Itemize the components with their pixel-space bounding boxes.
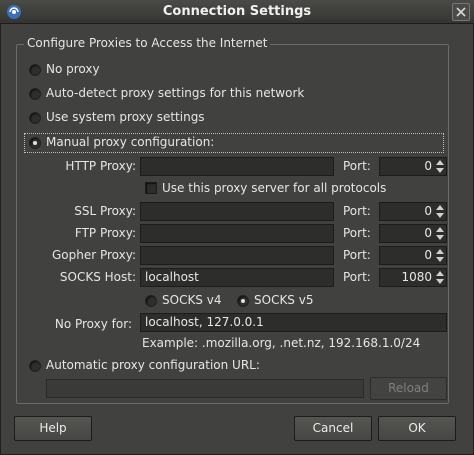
socks-host-input[interactable]: localhost bbox=[140, 268, 334, 287]
label-system-proxy[interactable]: Use system proxy settings bbox=[46, 110, 205, 124]
close-icon bbox=[456, 7, 466, 17]
radio-socks-v4[interactable] bbox=[145, 295, 157, 307]
ssl-port-label: Port: bbox=[343, 204, 371, 218]
title-bar: Connection Settings bbox=[0, 0, 474, 24]
ftp-proxy-label: FTP Proxy: bbox=[74, 226, 136, 240]
spinner-arrows-icon[interactable] bbox=[434, 270, 445, 285]
http-port-value: 0 bbox=[424, 159, 432, 173]
ssl-proxy-label: SSL Proxy: bbox=[74, 204, 136, 218]
no-proxy-for-label: No Proxy for: bbox=[54, 317, 132, 331]
no-proxy-example: Example: .mozilla.org, .net.nz, 192.168.… bbox=[142, 336, 421, 350]
label-manual-proxy[interactable]: Manual proxy configuration: bbox=[46, 135, 214, 149]
spinner-arrows-icon[interactable] bbox=[434, 226, 445, 241]
ok-button[interactable]: OK bbox=[378, 416, 456, 441]
close-button[interactable] bbox=[452, 3, 470, 21]
http-proxy-label: HTTP Proxy: bbox=[65, 159, 136, 173]
radio-no-proxy[interactable] bbox=[29, 64, 41, 76]
radio-system-proxy[interactable] bbox=[29, 112, 41, 124]
http-proxy-input[interactable] bbox=[140, 157, 334, 176]
http-port-label: Port: bbox=[343, 159, 371, 173]
gopher-proxy-input[interactable] bbox=[140, 246, 334, 265]
http-port-spinner[interactable]: 0 bbox=[379, 157, 447, 176]
label-socks-v5[interactable]: SOCKS v5 bbox=[254, 293, 313, 307]
radio-manual-proxy[interactable] bbox=[29, 137, 41, 149]
group-title: Configure Proxies to Access the Internet bbox=[24, 36, 271, 50]
gopher-port-label: Port: bbox=[343, 248, 371, 262]
gopher-port-value: 0 bbox=[424, 248, 432, 262]
socks-port-label: Port: bbox=[343, 270, 371, 284]
ftp-port-value: 0 bbox=[424, 226, 432, 240]
radio-auto-detect[interactable] bbox=[29, 88, 41, 100]
ssl-port-spinner[interactable]: 0 bbox=[379, 202, 447, 221]
ftp-port-label: Port: bbox=[343, 226, 371, 240]
socks-port-spinner[interactable]: 1080 bbox=[379, 268, 447, 287]
ftp-proxy-input[interactable] bbox=[140, 224, 334, 243]
spinner-arrows-icon[interactable] bbox=[434, 248, 445, 263]
gopher-port-spinner[interactable]: 0 bbox=[379, 246, 447, 265]
label-socks-v4[interactable]: SOCKS v4 bbox=[162, 293, 221, 307]
reload-button[interactable]: Reload bbox=[370, 377, 447, 400]
no-proxy-for-input[interactable]: localhost, 127.0.0.1 bbox=[140, 313, 447, 332]
label-auto-config-url[interactable]: Automatic proxy configuration URL: bbox=[46, 358, 260, 372]
same-proxy-checkbox[interactable] bbox=[145, 182, 157, 194]
window-title: Connection Settings bbox=[162, 4, 312, 19]
spinner-arrows-icon[interactable] bbox=[434, 159, 445, 174]
same-proxy-label[interactable]: Use this proxy server for all protocols bbox=[162, 181, 386, 195]
label-auto-detect[interactable]: Auto-detect proxy settings for this netw… bbox=[46, 86, 304, 100]
auto-config-url-input[interactable] bbox=[46, 379, 364, 398]
spinner-arrows-icon[interactable] bbox=[434, 204, 445, 219]
radio-socks-v5[interactable] bbox=[237, 295, 249, 307]
socks-host-label: SOCKS Host: bbox=[59, 270, 136, 284]
ssl-port-value: 0 bbox=[424, 204, 432, 218]
label-no-proxy[interactable]: No proxy bbox=[46, 62, 100, 76]
radio-auto-config-url[interactable] bbox=[29, 360, 41, 372]
help-button[interactable]: Help bbox=[14, 416, 92, 441]
gopher-proxy-label: Gopher Proxy: bbox=[51, 248, 136, 262]
cancel-button[interactable]: Cancel bbox=[294, 416, 372, 441]
socks-port-value: 1080 bbox=[401, 270, 432, 284]
ssl-proxy-input[interactable] bbox=[140, 202, 334, 221]
ftp-port-spinner[interactable]: 0 bbox=[379, 224, 447, 243]
